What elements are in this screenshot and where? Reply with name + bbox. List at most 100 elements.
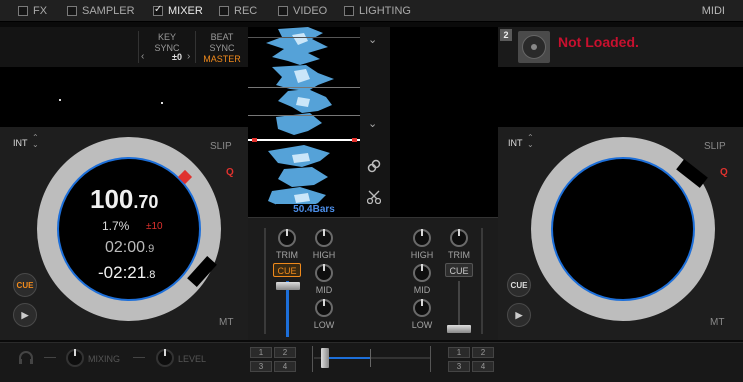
crossfader[interactable] (321, 348, 329, 368)
int-mode-label[interactable]: INT (508, 138, 523, 148)
tab-sampler-label: SAMPLER (82, 5, 135, 17)
rec-checkbox[interactable] (219, 6, 229, 16)
left-assign-1[interactable]: 1 (250, 347, 272, 358)
jog-position-marker (676, 159, 708, 188)
mixing-label: MIXING (88, 354, 121, 364)
channel-2-fader[interactable] (447, 325, 471, 333)
link-icon[interactable] (367, 159, 381, 173)
deck-2-header: 2 Not Loaded. (498, 27, 743, 67)
mt-button[interactable]: MT (219, 317, 233, 328)
low-label-1: LOW (313, 320, 335, 330)
high-eq-knob-2[interactable] (413, 229, 431, 247)
channel-1-meter (264, 228, 266, 334)
right-assign-4[interactable]: 4 (472, 361, 494, 372)
left-assign-2[interactable]: 2 (274, 347, 296, 358)
tab-fx[interactable]: FX (18, 0, 47, 22)
tab-video[interactable]: VIDEO (278, 0, 327, 22)
beat-sync-label[interactable]: BEAT SYNC (198, 32, 246, 54)
play-icon: ▶ (21, 309, 29, 320)
left-assign-4[interactable]: 4 (274, 361, 296, 372)
channel-2-fader-track (458, 281, 460, 331)
channel-2-meter (481, 228, 483, 334)
headphone-level-knob[interactable] (156, 349, 174, 367)
chevron-down-icon[interactable]: ⌄ (368, 117, 377, 130)
sampler-checkbox[interactable] (67, 6, 77, 16)
mid-eq-knob-1[interactable] (315, 264, 333, 282)
mixer-checkbox[interactable] (153, 4, 163, 16)
remaining-time-fraction: .8 (146, 269, 156, 281)
top-panel-bar: FX SAMPLER MIXER REC VIDEO LIGHTING MIDI (0, 0, 743, 22)
tab-lighting-label: LIGHTING (359, 5, 411, 17)
play-icon: ▶ (515, 309, 523, 320)
mid-label-1: MID (315, 285, 333, 295)
deck-2: 2 Not Loaded. INT ⌃ ⌄ SLIP Q MT CUE ▶ (498, 27, 743, 340)
channel-1-cue-button[interactable]: CUE (273, 263, 301, 277)
deck-2-platter-area: INT ⌃ ⌄ SLIP Q MT CUE ▶ (498, 127, 743, 340)
fx-checkbox[interactable] (18, 6, 28, 16)
mode-arrows-icon[interactable]: ⌃ ⌄ (32, 134, 39, 149)
elapsed-time: 02:00.9 (105, 239, 154, 257)
mixer-panel: TRIM CUE HIGH MID LOW HIGH MID LOW TRIM … (248, 217, 498, 340)
play-button[interactable]: ▶ (507, 303, 531, 327)
tab-sampler[interactable]: SAMPLER (67, 0, 135, 22)
tab-mixer[interactable]: MIXER (153, 0, 203, 22)
left-assign-3[interactable]: 3 (250, 361, 272, 372)
tab-lighting[interactable]: LIGHTING (344, 0, 411, 22)
key-down-icon[interactable]: ‹ (141, 51, 144, 62)
pitch-range: ±10 (146, 221, 163, 232)
key-sync-label[interactable]: KEY SYNC (146, 32, 188, 54)
tab-fx-label: FX (33, 5, 48, 17)
bpm-integer: 100 (90, 184, 134, 214)
right-assign-1[interactable]: 1 (448, 347, 470, 358)
jog-display (551, 157, 695, 301)
cue-button[interactable]: CUE (13, 273, 37, 297)
mt-button[interactable]: MT (710, 317, 724, 328)
deck-2-overview-waveform[interactable] (498, 67, 743, 127)
video-checkbox[interactable] (278, 6, 288, 16)
headphone-mixing-knob[interactable] (66, 349, 84, 367)
trim-label-1: TRIM (276, 250, 298, 260)
elapsed-time-main: 02:00 (105, 239, 146, 256)
low-eq-knob-1[interactable] (315, 299, 333, 317)
quantize-button[interactable]: Q (226, 167, 234, 178)
high-eq-knob-1[interactable] (315, 229, 333, 247)
level-label: LEVEL (178, 354, 207, 364)
slip-button[interactable]: SLIP (210, 141, 232, 152)
mode-arrows-icon[interactable]: ⌃ ⌄ (527, 134, 534, 149)
waveform-graphic (248, 27, 360, 209)
low-label-2: LOW (411, 320, 433, 330)
disc-icon (522, 35, 546, 59)
tab-rec[interactable]: REC (219, 0, 257, 22)
lighting-checkbox[interactable] (344, 6, 354, 16)
deck-1-overview-waveform[interactable] (0, 67, 248, 127)
trim-knob-1[interactable] (278, 229, 296, 247)
quantize-button[interactable]: Q (720, 167, 728, 178)
slip-button[interactable]: SLIP (704, 141, 726, 152)
chevron-down-icon[interactable]: ⌄ (368, 33, 377, 46)
channel-1-fader[interactable] (276, 282, 300, 290)
scissors-icon[interactable] (366, 190, 382, 205)
int-mode-label[interactable]: INT (13, 138, 28, 148)
jog-wheel[interactable] (531, 137, 715, 321)
trim-label-2: TRIM (448, 250, 470, 260)
key-up-icon[interactable]: › (187, 51, 190, 62)
artwork-placeholder (518, 31, 550, 63)
remaining-time: -02:21.8 (98, 263, 155, 283)
deck-1: KEY SYNC ‹ ±0 › BEAT SYNC MASTER INT ⌃ ⌄ … (0, 27, 248, 340)
cue-button[interactable]: CUE (507, 273, 531, 297)
deck-number-badge: 2 (500, 29, 512, 41)
pitch-value: 1.7% (102, 219, 130, 233)
bpm-display: 100.70 (90, 184, 158, 215)
trim-knob-2[interactable] (450, 229, 468, 247)
mid-label-2: MID (413, 285, 431, 295)
right-assign-2[interactable]: 2 (472, 347, 494, 358)
bars-length-label: 50.4Bars (276, 204, 352, 217)
channel-2-cue-button[interactable]: CUE (445, 263, 473, 277)
right-assign-3[interactable]: 3 (448, 361, 470, 372)
headphones-icon (18, 350, 34, 364)
low-eq-knob-2[interactable] (413, 299, 431, 317)
play-button[interactable]: ▶ (13, 303, 37, 327)
mid-eq-knob-2[interactable] (413, 264, 431, 282)
midi-button[interactable]: MIDI (702, 0, 725, 22)
master-button[interactable]: MASTER (198, 54, 246, 64)
